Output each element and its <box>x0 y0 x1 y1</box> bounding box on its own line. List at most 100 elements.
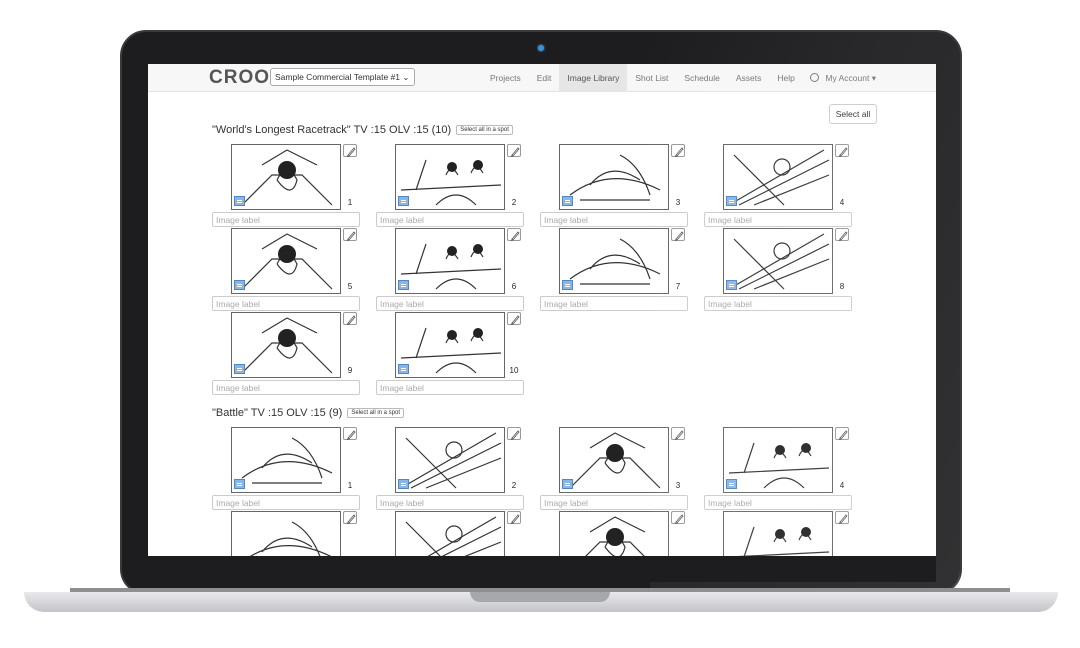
image-select-icon[interactable] <box>726 196 737 206</box>
image-label-input[interactable] <box>212 212 360 227</box>
nav-schedule[interactable]: Schedule <box>676 64 727 92</box>
frame-thumbnail[interactable] <box>231 427 341 493</box>
nav-help[interactable]: Help <box>769 64 802 92</box>
image-label-input[interactable] <box>212 495 360 510</box>
frame-thumbnail[interactable] <box>395 228 505 294</box>
image-label-input[interactable] <box>540 212 688 227</box>
storyboard-frame[interactable]: 1 <box>212 427 360 511</box>
storyboard-frame[interactable]: 6 <box>376 228 524 312</box>
storyboard-frame[interactable]: 8 <box>704 511 852 556</box>
image-label-input[interactable] <box>704 495 852 510</box>
frame-thumbnail[interactable] <box>723 144 833 210</box>
edit-button[interactable] <box>835 427 849 441</box>
frame-thumbnail[interactable] <box>559 511 669 556</box>
pencil-icon <box>838 147 848 158</box>
frame-thumbnail[interactable] <box>723 228 833 294</box>
image-select-icon[interactable] <box>562 196 573 206</box>
select-all-button[interactable]: Select all <box>829 104 877 124</box>
frame-thumbnail[interactable] <box>231 228 341 294</box>
edit-button[interactable] <box>507 312 521 326</box>
select-spot-button[interactable]: Select all in a spot <box>456 125 513 135</box>
frame-thumbnail[interactable] <box>231 511 341 556</box>
image-select-icon[interactable] <box>234 364 245 374</box>
storyboard-frame[interactable]: 1 <box>212 144 360 228</box>
image-select-icon[interactable] <box>234 280 245 290</box>
frame-thumbnail[interactable] <box>723 427 833 493</box>
edit-button[interactable] <box>671 427 685 441</box>
edit-button[interactable] <box>343 511 357 525</box>
image-select-icon[interactable] <box>398 196 409 206</box>
project-select[interactable]: Sample Commercial Template #1 ⌄ <box>270 68 415 86</box>
edit-button[interactable] <box>835 144 849 158</box>
storyboard-frame[interactable]: 4 <box>704 427 852 511</box>
edit-button[interactable] <box>507 144 521 158</box>
storyboard-frame[interactable]: 3 <box>540 144 688 228</box>
frame-number: 10 <box>507 364 521 377</box>
image-select-icon[interactable] <box>562 280 573 290</box>
edit-button[interactable] <box>343 427 357 441</box>
frame-number: 7 <box>671 280 685 293</box>
select-spot-button[interactable]: Select all in a spot <box>347 408 405 418</box>
nav-projects[interactable]: Projects <box>482 64 529 92</box>
frame-thumbnail[interactable] <box>231 144 341 210</box>
image-select-icon[interactable] <box>234 479 245 489</box>
storyboard-frame[interactable]: 7 <box>540 511 688 556</box>
frame-thumbnail[interactable] <box>559 427 669 493</box>
image-label-input[interactable] <box>704 212 852 227</box>
image-select-icon[interactable] <box>726 479 737 489</box>
image-label-input[interactable] <box>212 380 360 395</box>
frame-thumbnail[interactable] <box>231 312 341 378</box>
storyboard-frame[interactable]: 7 <box>540 228 688 312</box>
edit-button[interactable] <box>835 228 849 242</box>
nav-shot-list[interactable]: Shot List <box>627 64 676 92</box>
image-select-icon[interactable] <box>398 479 409 489</box>
image-label-input[interactable] <box>376 296 524 311</box>
account-menu[interactable]: My Account ▾ <box>810 64 876 92</box>
storyboard-frame[interactable]: 10 <box>376 312 524 396</box>
nav-assets[interactable]: Assets <box>728 64 770 92</box>
storyboard-frame[interactable]: 5 <box>212 511 360 556</box>
edit-button[interactable] <box>343 312 357 326</box>
image-label-input[interactable] <box>376 212 524 227</box>
storyboard-frame[interactable]: 5 <box>212 228 360 312</box>
storyboard-frame[interactable]: 6 <box>376 511 524 556</box>
storyboard-frame[interactable]: 9 <box>212 312 360 396</box>
user-circle-icon <box>810 73 819 82</box>
image-label-input[interactable] <box>540 495 688 510</box>
nav-edit[interactable]: Edit <box>529 64 560 92</box>
frame-thumbnail[interactable] <box>559 228 669 294</box>
image-select-icon[interactable] <box>398 280 409 290</box>
storyboard-frame[interactable]: 4 <box>704 144 852 228</box>
nav-image-library[interactable]: Image Library <box>559 64 628 92</box>
image-select-icon[interactable] <box>398 364 409 374</box>
storyboard-frame[interactable]: 3 <box>540 427 688 511</box>
image-label-input[interactable] <box>376 495 524 510</box>
edit-button[interactable] <box>671 511 685 525</box>
edit-button[interactable] <box>835 511 849 525</box>
edit-button[interactable] <box>507 511 521 525</box>
image-select-icon[interactable] <box>234 196 245 206</box>
frame-thumbnail[interactable] <box>395 427 505 493</box>
frame-thumbnail[interactable] <box>395 511 505 556</box>
edit-button[interactable] <box>507 228 521 242</box>
sketch-image <box>249 521 332 556</box>
frame-thumbnail[interactable] <box>723 511 833 556</box>
storyboard-frame[interactable]: 2 <box>376 427 524 511</box>
image-label-input[interactable] <box>704 296 852 311</box>
image-label-input[interactable] <box>376 380 524 395</box>
image-select-icon[interactable] <box>562 479 573 489</box>
edit-button[interactable] <box>671 144 685 158</box>
edit-button[interactable] <box>343 144 357 158</box>
image-select-icon[interactable] <box>726 280 737 290</box>
frame-thumbnail[interactable] <box>559 144 669 210</box>
storyboard-frame[interactable]: 8 <box>704 228 852 312</box>
edit-button[interactable] <box>343 228 357 242</box>
logo[interactable]: CROO <box>209 67 270 89</box>
frame-thumbnail[interactable] <box>395 312 505 378</box>
frame-thumbnail[interactable] <box>395 144 505 210</box>
storyboard-frame[interactable]: 2 <box>376 144 524 228</box>
edit-button[interactable] <box>507 427 521 441</box>
edit-button[interactable] <box>671 228 685 242</box>
image-label-input[interactable] <box>212 296 360 311</box>
image-label-input[interactable] <box>540 296 688 311</box>
